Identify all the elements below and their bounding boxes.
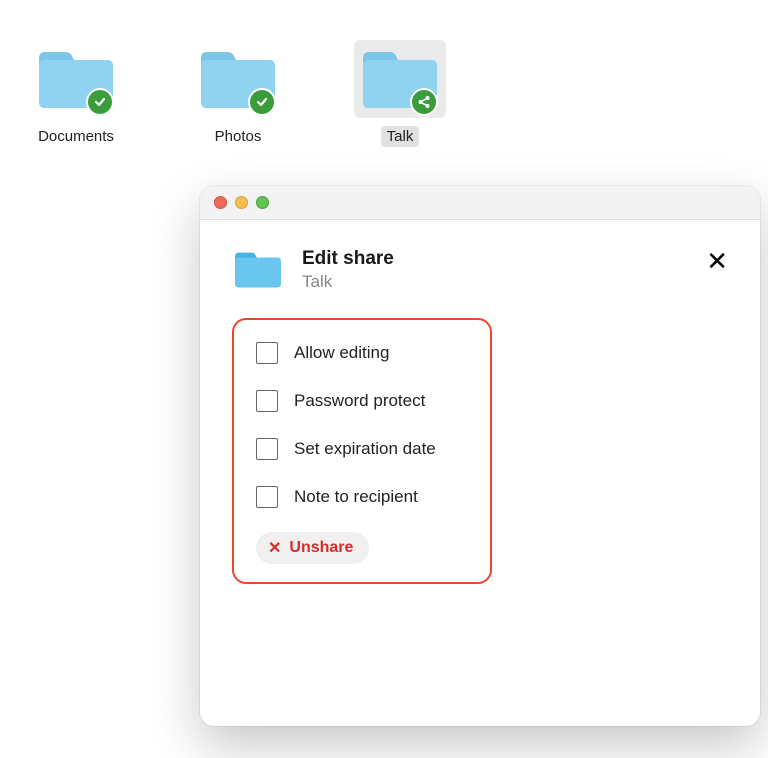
folder-icon: [354, 40, 446, 118]
desktop: Documents Photos: [0, 0, 768, 187]
check-badge-icon: [86, 88, 114, 116]
checkbox-label: Password protect: [294, 391, 425, 411]
unshare-button[interactable]: ✕ Unshare: [256, 532, 369, 564]
folder-talk[interactable]: Talk: [354, 40, 446, 147]
check-badge-icon: [248, 88, 276, 116]
checkbox-label: Allow editing: [294, 343, 389, 363]
folder-documents[interactable]: Documents: [30, 40, 122, 147]
edit-share-dialog: ✕ Edit share Talk Allow editing Password…: [200, 186, 760, 726]
checkbox[interactable]: [256, 390, 278, 412]
unshare-label: Unshare: [289, 539, 353, 557]
folder-icon: [232, 248, 284, 292]
window-close-button[interactable]: [214, 196, 227, 209]
option-note-recipient[interactable]: Note to recipient: [256, 486, 468, 508]
folder-label: Photos: [209, 126, 268, 147]
folder-icon: [30, 40, 122, 118]
options-panel: Allow editing Password protect Set expir…: [232, 318, 492, 584]
checkbox-label: Note to recipient: [294, 487, 418, 507]
folder-label: Documents: [32, 126, 120, 147]
x-icon: ✕: [268, 538, 281, 558]
option-password-protect[interactable]: Password protect: [256, 390, 468, 412]
checkbox[interactable]: [256, 342, 278, 364]
dialog-body: ✕ Edit share Talk Allow editing Password…: [200, 220, 760, 612]
folder-icon: [192, 40, 284, 118]
dialog-title: Edit share: [302, 248, 394, 270]
dialog-title-block: Edit share Talk: [302, 248, 394, 292]
option-set-expiration[interactable]: Set expiration date: [256, 438, 468, 460]
share-badge-icon: [410, 88, 438, 116]
checkbox[interactable]: [256, 486, 278, 508]
folder-label: Talk: [381, 126, 420, 147]
option-allow-editing[interactable]: Allow editing: [256, 342, 468, 364]
titlebar: [200, 186, 760, 220]
dialog-header: Edit share Talk: [232, 248, 728, 292]
close-icon[interactable]: ✕: [706, 248, 728, 274]
window-minimize-button[interactable]: [235, 196, 248, 209]
window-zoom-button[interactable]: [256, 196, 269, 209]
checkbox-label: Set expiration date: [294, 439, 436, 459]
dialog-subtitle: Talk: [302, 272, 394, 292]
checkbox[interactable]: [256, 438, 278, 460]
folder-photos[interactable]: Photos: [192, 40, 284, 147]
